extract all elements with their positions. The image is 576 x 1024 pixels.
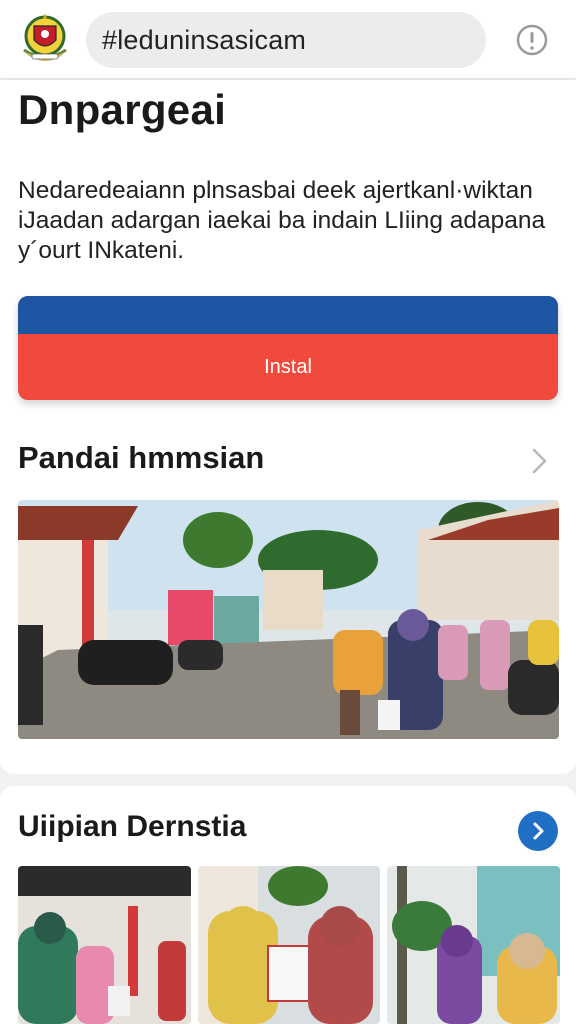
emblem-logo-icon[interactable]: [18, 10, 72, 64]
arrow-right-circle-icon[interactable]: [518, 811, 558, 851]
app-description: Nedaredeaiann plnsasbai deek ajertkanl·w…: [18, 177, 546, 264]
install-button-top-band: [18, 296, 558, 334]
section-title-2: Uiipian Dernstia: [18, 810, 247, 843]
street-photo: [18, 500, 559, 739]
install-button[interactable]: Instal: [18, 296, 558, 400]
gallery-thumbnail-1[interactable]: [18, 866, 191, 1024]
section-title-1: Pandai hmmsian: [18, 440, 265, 475]
gallery-thumbnail-2[interactable]: [198, 866, 380, 1024]
search-input[interactable]: #leduninsasicam: [86, 12, 486, 68]
info-circle-icon[interactable]: [515, 23, 549, 57]
chevron-right-icon[interactable]: [528, 446, 552, 476]
search-value: #leduninsasicam: [102, 24, 307, 55]
gallery-thumbnail-3[interactable]: [387, 866, 560, 1024]
install-button-label: Instal: [264, 355, 312, 378]
app-title: Dnpargeai: [18, 86, 227, 133]
